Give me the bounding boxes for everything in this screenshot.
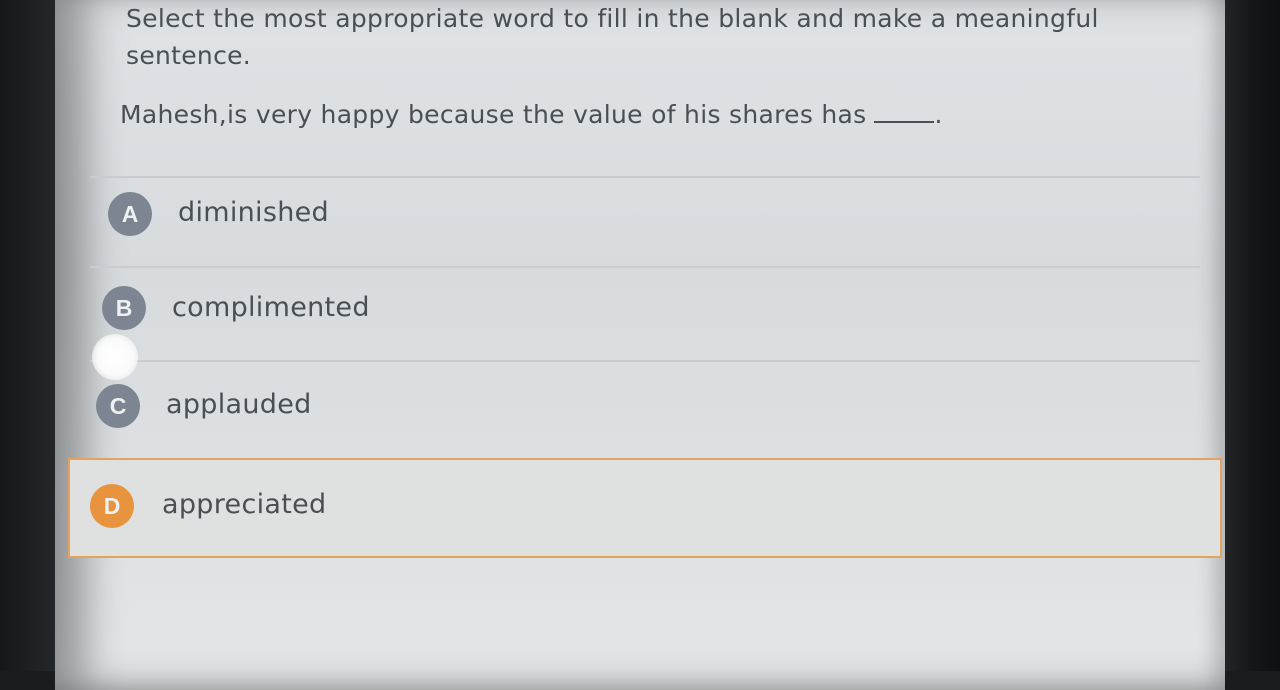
option-b[interactable]: B complimented xyxy=(88,268,1198,354)
option-c[interactable]: C applauded xyxy=(88,362,1198,448)
option-c-badge: C xyxy=(96,384,140,428)
question-instruction: Select the most appropriate word to fill… xyxy=(126,4,1099,70)
screen-glare xyxy=(92,334,138,380)
sentence-end: . xyxy=(934,100,943,129)
option-d-badge: D xyxy=(90,484,134,528)
option-a-label: diminished xyxy=(178,197,329,228)
option-a-badge: A xyxy=(108,192,152,236)
option-b-badge: B xyxy=(102,286,146,330)
option-a[interactable]: A diminished xyxy=(88,180,1198,266)
question-sentence: Mahesh,is very happy because the value o… xyxy=(120,96,943,133)
option-d[interactable]: D appreciated xyxy=(68,458,1222,558)
sentence-text: Mahesh,is very happy because the value o… xyxy=(120,100,867,129)
answer-blank xyxy=(874,99,935,123)
option-d-label: appreciated xyxy=(162,489,327,520)
option-b-label: complimented xyxy=(172,292,370,323)
option-c-label: applauded xyxy=(166,389,312,420)
divider xyxy=(90,176,1200,178)
